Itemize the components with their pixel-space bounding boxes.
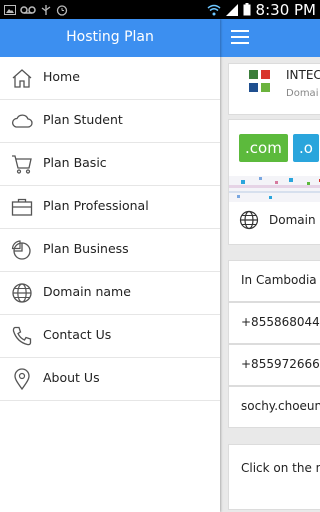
menu-item-contact-us[interactable]: Contact Us bbox=[0, 315, 220, 358]
phone-row-1[interactable]: +8558680440 bbox=[228, 302, 320, 344]
menu-item-label: Contact Us bbox=[43, 327, 112, 342]
location-row: In Cambodia bbox=[228, 260, 320, 302]
status-bar: 8:30 PM bbox=[0, 0, 320, 19]
briefcase-icon bbox=[11, 198, 33, 216]
phone-text-1: +8558680440 bbox=[241, 315, 320, 329]
location-text: In Cambodia bbox=[241, 273, 317, 287]
pie-chart-icon bbox=[11, 240, 31, 260]
navigation-drawer: Hosting Plan Home Plan Student Plan Basi… bbox=[0, 19, 220, 512]
phone-row-2[interactable]: +8559726660 bbox=[228, 344, 320, 386]
phone-icon bbox=[12, 326, 32, 346]
cart-icon bbox=[12, 155, 32, 174]
domain-card[interactable]: .com .o Domain bbox=[228, 119, 320, 245]
image-icon bbox=[4, 4, 16, 15]
home-icon bbox=[12, 69, 32, 88]
menu-item-label: Domain name bbox=[43, 284, 131, 299]
menu-item-label: Home bbox=[43, 69, 80, 84]
click-info-text: Click on the n bbox=[241, 461, 320, 475]
menu-item-domain-name[interactable]: Domain name bbox=[0, 272, 220, 315]
company-subtitle: Domai bbox=[286, 88, 319, 99]
company-name: INTEC bbox=[286, 68, 320, 82]
voicemail-icon bbox=[20, 5, 36, 14]
globe-icon bbox=[12, 283, 32, 303]
menu-item-about-us[interactable]: About Us bbox=[0, 358, 220, 401]
menu-item-home[interactable]: Home bbox=[0, 57, 220, 100]
menu-item-label: Plan Business bbox=[43, 241, 129, 256]
domain-banner-graphic bbox=[229, 176, 320, 202]
globe-icon bbox=[239, 210, 259, 230]
status-time: 8:30 PM bbox=[255, 0, 316, 19]
company-logo bbox=[249, 70, 271, 96]
tld-org-badge: .o bbox=[293, 134, 319, 162]
map-pin-icon bbox=[14, 368, 30, 390]
usb-icon bbox=[41, 4, 51, 15]
battery-icon bbox=[243, 3, 251, 16]
cloud-icon bbox=[11, 114, 33, 128]
click-info-card[interactable]: Click on the n bbox=[228, 444, 320, 510]
menu-item-plan-professional[interactable]: Plan Professional bbox=[0, 186, 220, 229]
alarm-icon bbox=[56, 4, 68, 16]
email-row[interactable]: sochy.choeun bbox=[228, 386, 320, 428]
drawer-title: Hosting Plan bbox=[66, 29, 154, 45]
menu-item-label: Plan Professional bbox=[43, 198, 149, 213]
menu-item-label: Plan Student bbox=[43, 112, 123, 127]
email-text: sochy.choeun bbox=[241, 399, 320, 413]
wifi-icon bbox=[207, 4, 221, 15]
signal-icon bbox=[225, 3, 238, 16]
menu-item-plan-business[interactable]: Plan Business bbox=[0, 229, 220, 272]
tld-com-badge: .com bbox=[239, 134, 288, 162]
menu-icon[interactable] bbox=[231, 30, 249, 44]
phone-text-2: +8559726660 bbox=[241, 357, 320, 371]
menu-item-plan-student[interactable]: Plan Student bbox=[0, 100, 220, 143]
drawer-header: Hosting Plan bbox=[0, 19, 220, 57]
menu-item-label: About Us bbox=[43, 370, 100, 385]
drawer-menu: Home Plan Student Plan Basic Plan Profes… bbox=[0, 57, 220, 401]
menu-item-label: Plan Basic bbox=[43, 155, 107, 170]
domain-label: Domain bbox=[269, 213, 316, 227]
company-card[interactable]: INTEC Domai bbox=[228, 63, 320, 115]
menu-item-plan-basic[interactable]: Plan Basic bbox=[0, 143, 220, 186]
